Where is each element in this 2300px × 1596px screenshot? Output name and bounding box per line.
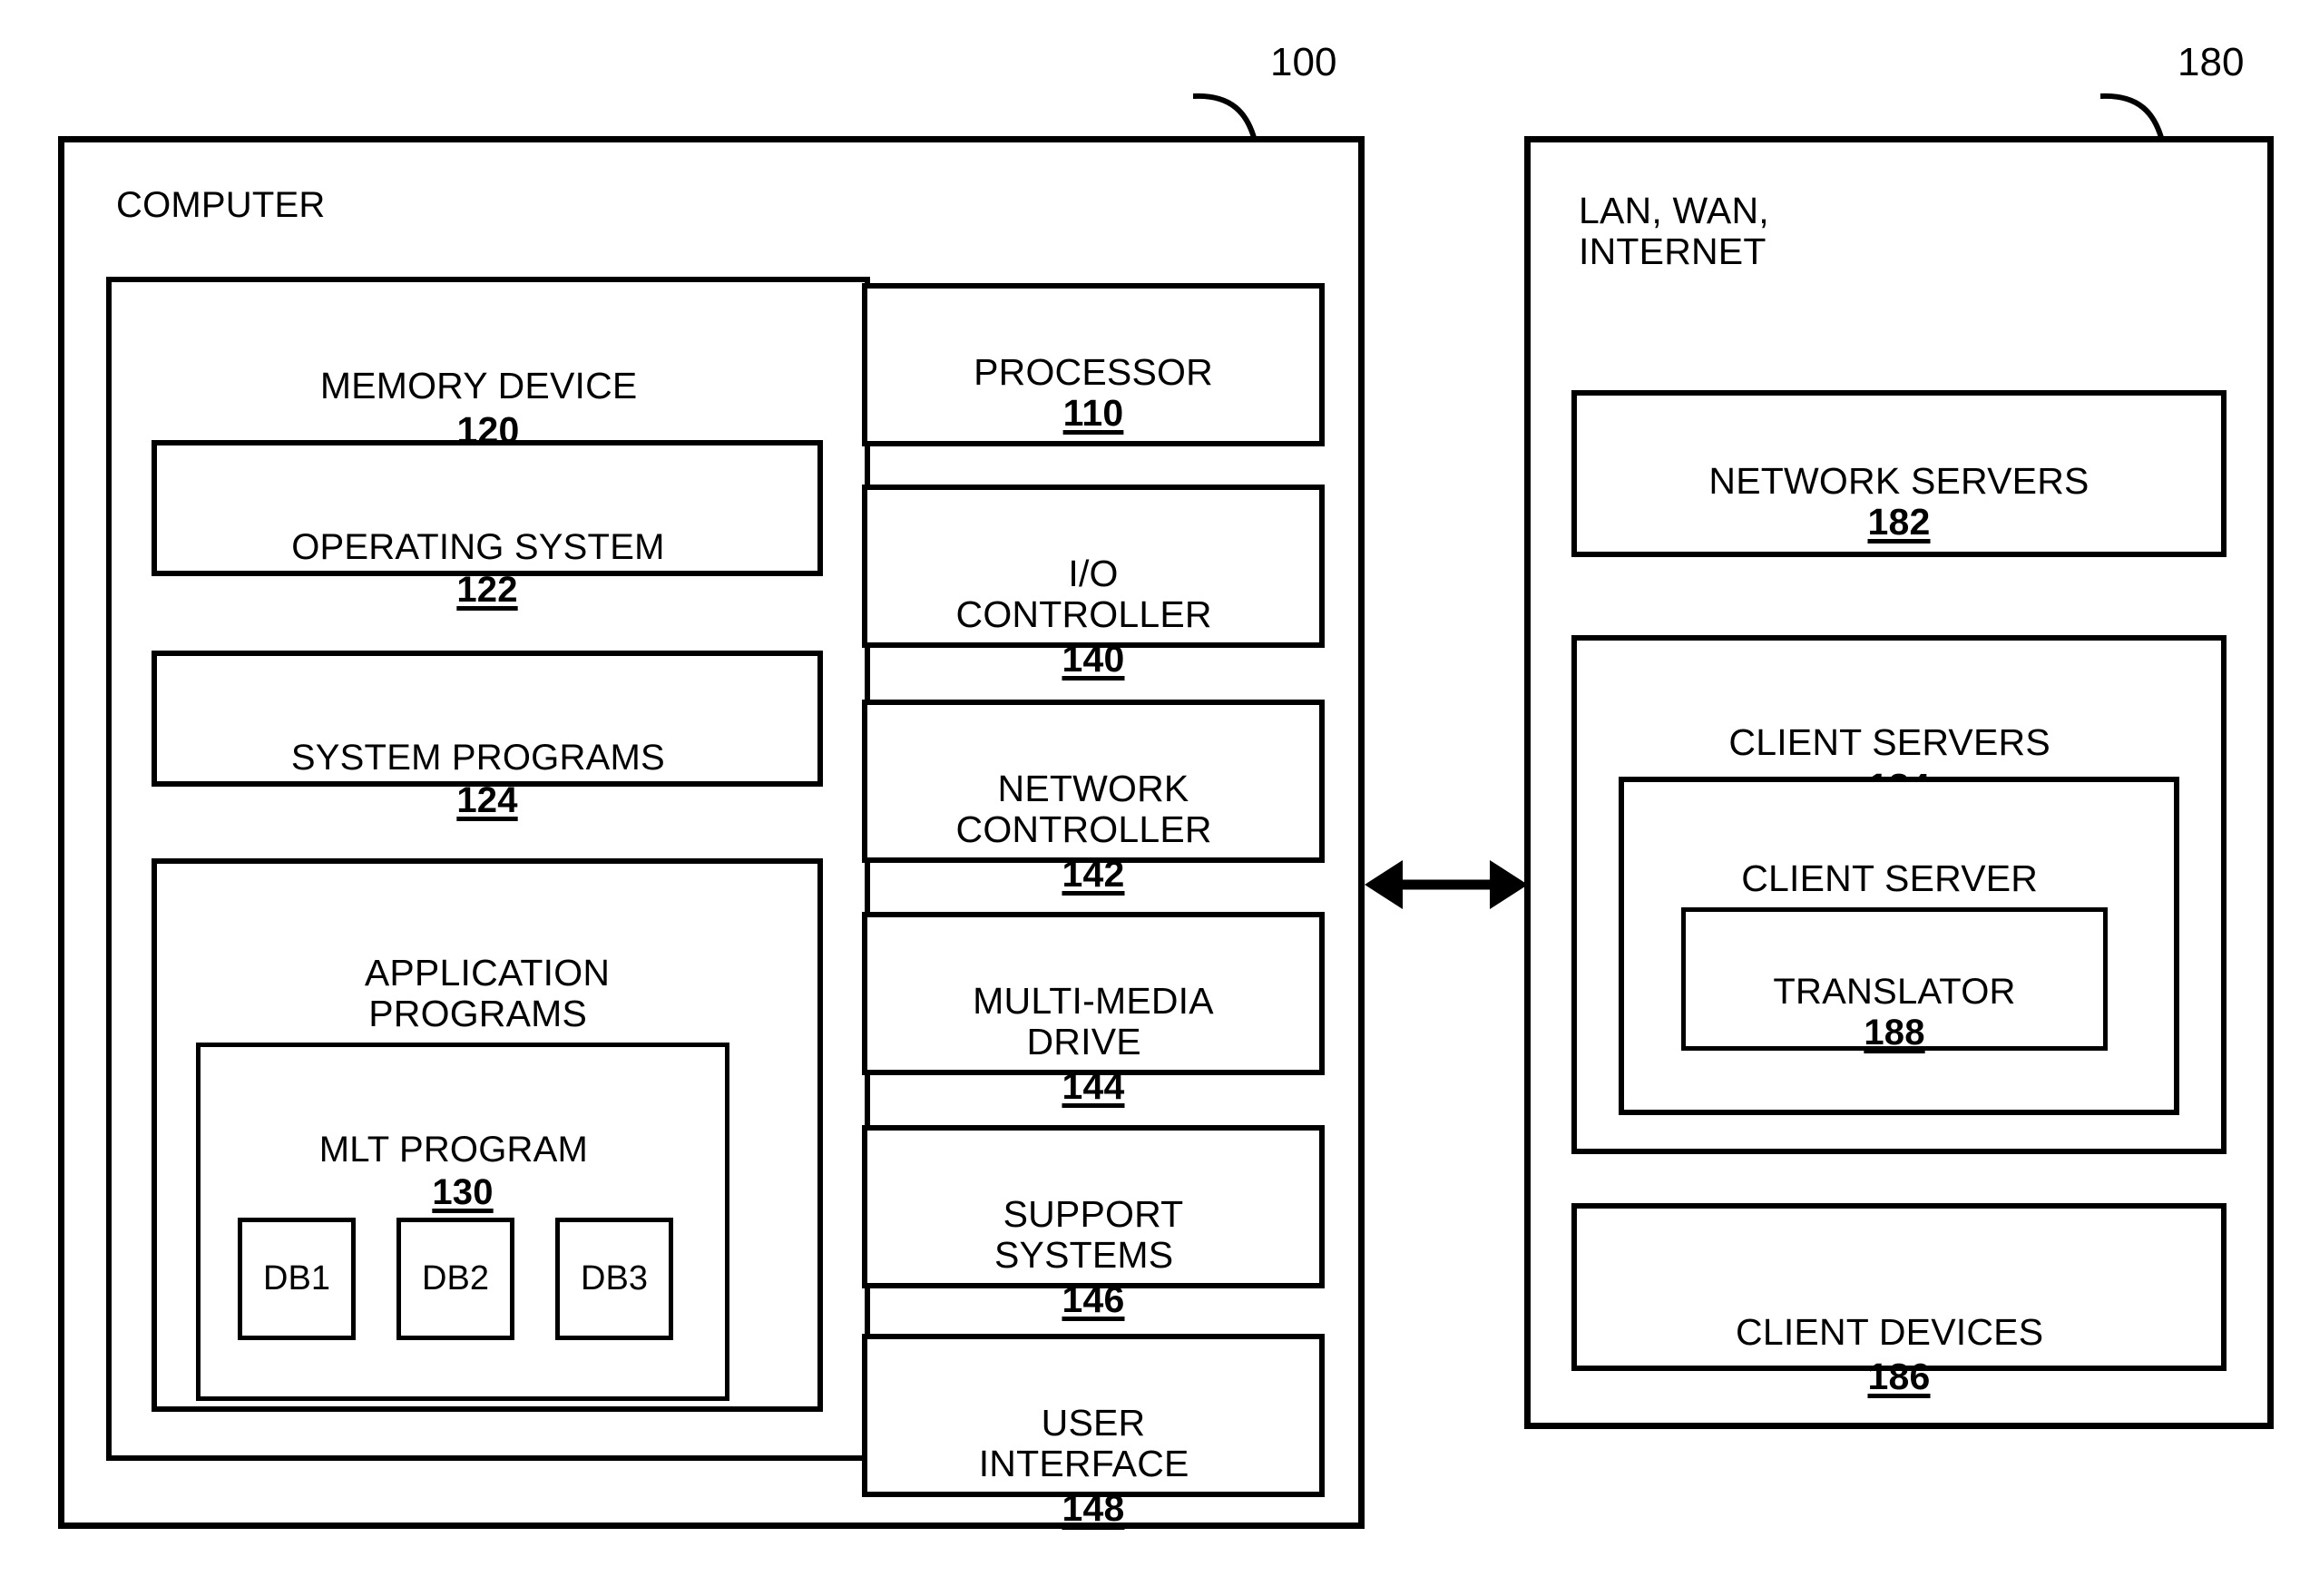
multi-media-drive-ref: 144	[1062, 1064, 1125, 1107]
translator-ref: 188	[1864, 1013, 1925, 1053]
multi-media-drive-title-line2: DRIVE	[1026, 1021, 1160, 1063]
memory-device-label: MEMORY DEVICE 120	[106, 320, 870, 452]
operating-system-ref: 122	[456, 570, 518, 611]
database-box-db1: DB1	[238, 1218, 356, 1340]
network-controller-ref: 142	[1062, 852, 1125, 895]
figure-canvas: 100 180 COMPUTER MEMORY DEVICE 120 OPERA…	[0, 0, 2300, 1596]
translator-label-line2: 188	[1681, 969, 2108, 1054]
support-systems-title-line2: SYSTEMS	[993, 1234, 1193, 1277]
computer-title: COMPUTER	[116, 185, 326, 225]
system-programs-label: SYSTEM PROGRAMS 124	[152, 694, 823, 823]
application-programs-title-line2: PROGRAMS	[368, 993, 606, 1035]
user-interface-label-line2: INTERFACE 148	[862, 1398, 1325, 1530]
multi-media-drive-label-line2: DRIVE 144	[862, 976, 1325, 1108]
client-devices-label: CLIENT DEVICES 186	[1571, 1267, 2227, 1398]
client-server-title: CLIENT SERVER	[1741, 857, 2057, 900]
client-servers-title: CLIENT SERVERS	[1728, 721, 2070, 764]
user-interface-ref: 148	[1062, 1486, 1125, 1529]
database-box-db3: DB3	[555, 1218, 673, 1340]
support-systems-ref: 146	[1062, 1278, 1125, 1320]
mlt-program-ref: 130	[432, 1172, 494, 1213]
mlt-program-label: MLT PROGRAM 130	[196, 1086, 729, 1215]
io-controller-title-line2: CONTROLLER	[955, 593, 1231, 636]
database-label-db3: DB3	[581, 1259, 648, 1297]
operating-system-label: OPERATING SYSTEM 122	[152, 484, 823, 612]
network-servers-label-line2: 182	[1571, 456, 2227, 544]
database-label-db1: DB1	[263, 1259, 330, 1297]
network-panel-title-line2: INTERNET	[1579, 230, 1767, 272]
network-controller-title-line2: CONTROLLER	[955, 808, 1231, 851]
system-programs-ref: 124	[456, 780, 518, 821]
network-controller-label-line2: CONTROLLER 142	[862, 764, 1325, 896]
network-panel-title-line1: LAN, WAN,	[1579, 190, 1769, 231]
mlt-program-title: MLT PROGRAM	[318, 1130, 607, 1170]
bidirectional-connector-arrow	[1365, 860, 1528, 909]
callout-100: 100	[1270, 40, 1337, 84]
processor-label-line2: 110	[862, 348, 1325, 436]
user-interface-title-line2: INTERFACE	[978, 1443, 1209, 1485]
processor-ref: 110	[1062, 392, 1124, 435]
memory-device-title: MEMORY DEVICE	[319, 365, 657, 407]
database-box-db2: DB2	[396, 1218, 514, 1340]
operating-system-title: OPERATING SYSTEM	[291, 527, 683, 568]
io-controller-ref: 140	[1062, 637, 1125, 680]
system-programs-title: SYSTEM PROGRAMS	[290, 738, 684, 778]
client-devices-title: CLIENT DEVICES	[1736, 1311, 2062, 1354]
network-servers-ref: 182	[1867, 501, 1931, 543]
client-devices-ref: 186	[1867, 1355, 1931, 1397]
support-systems-label-line2: SYSTEMS 146	[862, 1190, 1325, 1321]
database-label-db2: DB2	[422, 1259, 489, 1297]
callout-180: 180	[2178, 40, 2245, 84]
io-controller-label-line2: CONTROLLER 140	[862, 549, 1325, 681]
